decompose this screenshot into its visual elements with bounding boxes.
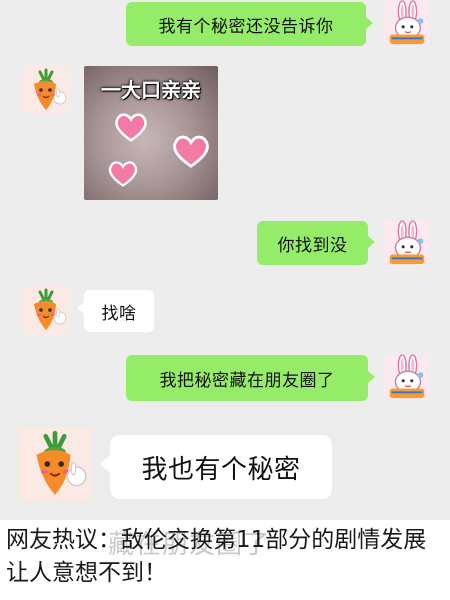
my-avatar[interactable] [384, 0, 430, 46]
article-caption: 藏在朋友圈了 网友热议：敌伦交换第11部分的剧情发展让人意想不到！ [0, 520, 450, 600]
bubble-tail [77, 302, 84, 314]
message-text: 我把秘密藏在朋友圈了 [159, 370, 335, 391]
outgoing-message-bubble[interactable]: 我有个秘密还没告诉你 [126, 2, 366, 46]
message-text: 找啥 [101, 303, 137, 324]
heart-icon [108, 160, 138, 187]
my-avatar[interactable] [384, 354, 430, 400]
zoomed-message-panel: 我也有个秘密 [0, 405, 450, 520]
friend-avatar[interactable] [22, 286, 70, 334]
outgoing-message-bubble[interactable]: 我把秘密藏在朋友圈了 [126, 355, 368, 401]
message-text: 你找到没 [277, 235, 348, 256]
carrot-avatar-icon [22, 286, 70, 334]
bunny-avatar-icon [384, 0, 430, 46]
bunny-avatar-icon [384, 354, 430, 400]
incoming-message-bubble-large[interactable]: 我也有个秘密 [110, 435, 332, 499]
bubble-tail [368, 371, 375, 383]
chat-area[interactable]: 我有个秘密还没告诉你 一大口亲亲 你找到没 找啥 我把秘密藏在朋友圈了 [0, 0, 450, 405]
bunny-avatar-icon [384, 220, 430, 266]
carrot-avatar-icon [18, 427, 92, 501]
my-avatar[interactable] [384, 220, 430, 266]
heart-icon [114, 112, 148, 142]
heart-icon [172, 134, 210, 168]
bubble-tail [368, 236, 375, 248]
bubble-tail [366, 17, 373, 29]
caption-title: 网友热议：敌伦交换第11部分的剧情发展让人意想不到！ [6, 527, 427, 586]
carrot-avatar-icon [22, 66, 70, 114]
incoming-message-bubble[interactable]: 找啥 [84, 290, 154, 332]
friend-avatar-large[interactable] [18, 427, 92, 501]
friend-avatar[interactable] [22, 66, 70, 114]
bubble-tail [100, 455, 110, 473]
message-text: 我也有个秘密 [141, 454, 301, 485]
message-text: 我有个秘密还没告诉你 [158, 16, 334, 37]
sticker-caption: 一大口亲亲 [101, 78, 201, 102]
outgoing-message-bubble[interactable]: 你找到没 [257, 221, 368, 265]
kiss-sticker[interactable]: 一大口亲亲 [84, 66, 218, 200]
